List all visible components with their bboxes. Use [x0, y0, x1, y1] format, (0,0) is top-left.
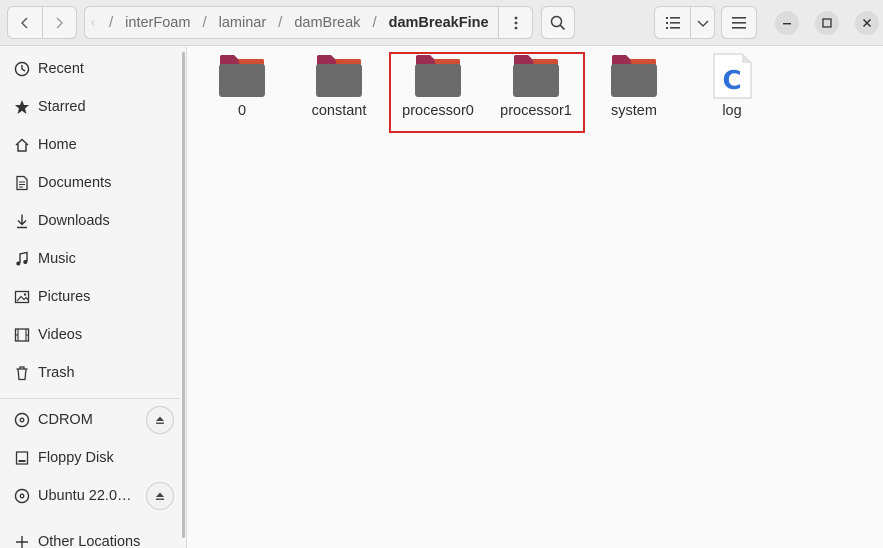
back-button[interactable]: [8, 7, 42, 38]
file-name: 0: [237, 103, 247, 119]
sidebar-item-documents[interactable]: Documents: [0, 165, 180, 201]
file-item[interactable]: processor0: [390, 53, 486, 123]
path-separator: /: [109, 14, 114, 31]
sidebar-item-label: Home: [38, 137, 77, 153]
sidebar-scrollbar[interactable]: [182, 52, 185, 538]
sidebar: Recent Starred Home Documents Downloads …: [0, 47, 187, 548]
view-options-button[interactable]: [690, 7, 714, 38]
sidebar-item-videos[interactable]: Videos: [0, 317, 180, 353]
sidebar-item-label: Pictures: [38, 289, 91, 305]
path-bar: ‹ / interFoam / laminar / damBreak / dam…: [84, 6, 533, 39]
folder-icon: [219, 55, 265, 97]
forward-button[interactable]: [41, 7, 77, 38]
search-button[interactable]: [541, 6, 575, 39]
sidebar-item-floppy-disk[interactable]: Floppy Disk: [0, 440, 180, 476]
maximize-button[interactable]: [815, 11, 839, 35]
view-toggle-group: [654, 6, 715, 39]
download-icon: [13, 212, 31, 230]
file-item[interactable]: C log: [684, 53, 780, 123]
eject-button[interactable]: [146, 482, 174, 510]
file-view: 0 constant processor0 processor1 system …: [188, 47, 883, 548]
sidebar-item-recent[interactable]: Recent: [0, 51, 180, 87]
eject-icon: [156, 492, 164, 500]
file-item[interactable]: processor1: [488, 53, 584, 123]
file-name: processor0: [402, 103, 474, 119]
chevron-right-icon: [56, 17, 64, 28]
music-note-icon: [13, 250, 31, 268]
minimize-button[interactable]: [775, 11, 799, 35]
main-menu-button[interactable]: [721, 6, 757, 39]
maximize-icon: [822, 18, 832, 28]
document-icon: [13, 174, 31, 192]
header-bar: ‹ / interFoam / laminar / damBreak / dam…: [0, 0, 883, 46]
sidebar-item-label: Recent: [38, 61, 84, 77]
sidebar-item-other-locations[interactable]: Other Locations: [0, 524, 180, 548]
minimize-icon: [783, 23, 791, 25]
path-menu-button[interactable]: [498, 7, 532, 38]
breadcrumb-dambreak[interactable]: damBreak: [290, 15, 364, 31]
sidebar-item-pictures[interactable]: Pictures: [0, 279, 180, 315]
path-separator: /: [278, 14, 283, 31]
sidebar-item-label: Videos: [38, 327, 83, 343]
c-source-file-icon: C: [713, 53, 752, 99]
svg-text:C: C: [722, 66, 741, 96]
sidebar-item-trash[interactable]: Trash: [0, 355, 180, 391]
drive-icon: [13, 449, 31, 467]
sidebar-item-label: Music: [38, 251, 76, 267]
sidebar-item-label: Trash: [38, 365, 75, 381]
file-name: log: [722, 103, 742, 119]
folder-icon: [415, 55, 461, 97]
list-view-icon: [665, 16, 680, 29]
disc-icon: [13, 411, 31, 429]
video-icon: [13, 326, 31, 344]
file-item[interactable]: constant: [291, 53, 387, 123]
sidebar-item-cdrom[interactable]: CDROM: [0, 402, 180, 438]
sidebar-item-ubuntu[interactable]: Ubuntu 22.0…: [0, 478, 180, 514]
file-item[interactable]: system: [586, 53, 682, 123]
sidebar-item-music[interactable]: Music: [0, 241, 180, 277]
path-separator: /: [202, 14, 207, 31]
folder-icon: [316, 55, 362, 97]
hamburger-menu-icon: [732, 16, 746, 29]
star-icon: [13, 98, 31, 116]
eject-icon: [156, 416, 164, 424]
sidebar-item-downloads[interactable]: Downloads: [0, 203, 180, 239]
chevron-down-icon: [697, 20, 708, 27]
clock-icon: [13, 60, 31, 78]
close-button[interactable]: [855, 11, 879, 35]
picture-icon: [13, 288, 31, 306]
sidebar-item-label: Other Locations: [38, 534, 141, 548]
navigation-buttons: [7, 6, 77, 39]
vertical-dots-icon: [514, 16, 517, 29]
disc-icon: [13, 487, 31, 505]
file-name: system: [611, 103, 657, 119]
home-icon: [13, 136, 31, 154]
breadcrumb-dambreakfine[interactable]: damBreakFine: [385, 15, 493, 31]
file-name: processor1: [500, 103, 572, 119]
sidebar-item-label: Starred: [38, 99, 86, 115]
folder-icon: [611, 55, 657, 97]
sidebar-item-label: Ubuntu 22.0…: [38, 488, 132, 504]
eject-button[interactable]: [146, 406, 174, 434]
sidebar-item-label: Floppy Disk: [38, 450, 114, 466]
file-item[interactable]: 0: [194, 53, 290, 123]
path-separator: /: [372, 14, 377, 31]
close-icon: [862, 18, 872, 28]
search-icon: [550, 15, 566, 30]
breadcrumb-interfoam[interactable]: interFoam: [121, 15, 194, 31]
file-name: constant: [311, 103, 367, 119]
list-view-button[interactable]: [655, 7, 690, 38]
chevron-left-icon: [20, 17, 28, 28]
trash-icon: [13, 364, 31, 382]
folder-icon: [513, 55, 559, 97]
sidebar-item-home[interactable]: Home: [0, 127, 180, 163]
sidebar-item-label: Documents: [38, 175, 112, 191]
sidebar-item-label: CDROM: [38, 412, 93, 428]
breadcrumb-laminar[interactable]: laminar: [215, 15, 271, 31]
sidebar-divider: [0, 398, 180, 399]
sidebar-item-label: Downloads: [38, 213, 110, 229]
sidebar-item-starred[interactable]: Starred: [0, 89, 180, 125]
ellipsis-left-icon[interactable]: ‹: [91, 16, 101, 30]
plus-icon: [13, 533, 31, 548]
